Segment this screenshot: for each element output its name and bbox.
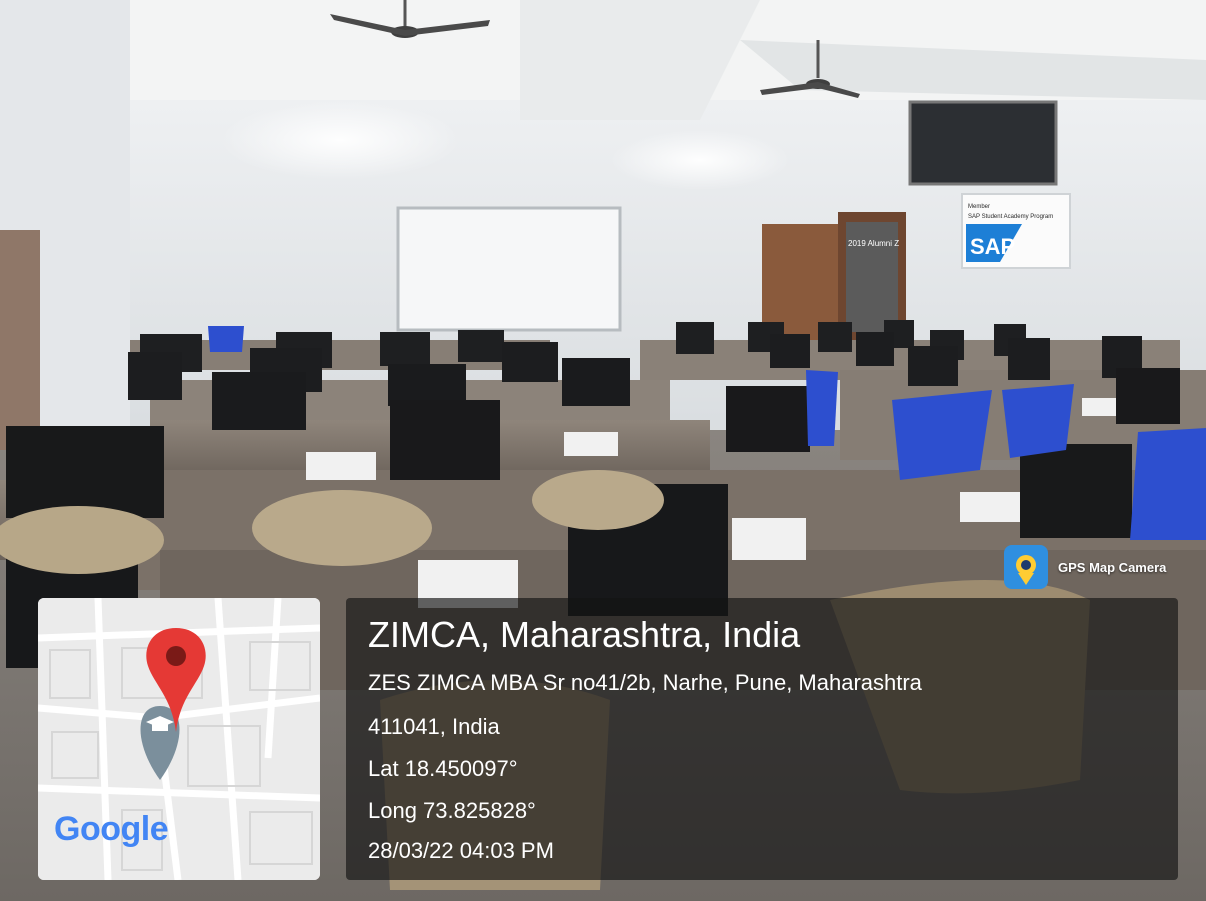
tan-chair xyxy=(532,470,664,530)
google-logo: Google xyxy=(54,810,169,849)
blue-chair xyxy=(892,390,992,480)
monitor xyxy=(726,386,810,452)
location-title: ZIMCA, Maharashtra, India xyxy=(368,614,801,655)
sap-sign-member: Member xyxy=(968,204,990,210)
blue-chair xyxy=(208,326,244,352)
blue-chair xyxy=(806,370,838,446)
monitor xyxy=(676,322,714,354)
tan-chair xyxy=(252,490,432,566)
power-socket xyxy=(1082,398,1116,416)
monitor xyxy=(502,342,558,382)
map-thumbnail: Google xyxy=(38,598,320,880)
blue-chair xyxy=(1130,428,1206,540)
monitor xyxy=(770,334,810,368)
door-poster-text: 2019 Alumni Z xyxy=(848,239,899,248)
power-socket xyxy=(960,492,1020,522)
whiteboard xyxy=(396,206,622,332)
location-info-panel: ZIMCA, Maharashtra, India ZES ZIMCA MBA … xyxy=(346,598,1178,880)
monitor xyxy=(818,322,852,352)
curtain xyxy=(0,230,40,450)
monitor xyxy=(1020,444,1132,538)
monitor xyxy=(212,372,306,430)
power-socket xyxy=(306,452,376,480)
monitor xyxy=(908,346,958,386)
address-line-2: 411041, India xyxy=(368,714,500,739)
ceiling-light xyxy=(610,130,790,190)
monitor xyxy=(1116,368,1180,424)
blue-chair xyxy=(1002,384,1074,458)
monitor xyxy=(390,400,500,480)
monitor xyxy=(388,364,466,406)
monitor xyxy=(562,358,630,406)
power-socket xyxy=(564,432,618,456)
power-socket xyxy=(732,518,806,560)
longitude-text: Long 73.825828° xyxy=(368,798,536,823)
tan-chair xyxy=(0,506,164,574)
monitor xyxy=(856,332,894,366)
monitor xyxy=(1008,338,1050,380)
google-logo-text: Google xyxy=(54,810,169,848)
monitor xyxy=(128,352,182,400)
window xyxy=(908,100,1058,186)
gps-map-camera-label: GPS Map Camera xyxy=(1058,559,1167,575)
ceiling-light xyxy=(220,100,460,180)
monitor xyxy=(458,330,504,362)
monitor xyxy=(380,332,430,366)
address-line-1: ZES ZIMCA MBA Sr no41/2b, Narhe, Pune, M… xyxy=(368,670,922,695)
latitude-text: Lat 18.450097° xyxy=(368,756,518,781)
photo-scene: 2019 Alumni Z Member SAP Student Academy… xyxy=(0,0,1206,901)
sap-sign-program: SAP Student Academy Program xyxy=(968,214,1053,220)
gps-map-camera-badge: GPS Map Camera xyxy=(1004,545,1166,589)
sap-logo-text: SAP xyxy=(970,234,1015,259)
gps-map-camera-icon xyxy=(1004,545,1048,589)
datetime-text: 28/03/22 04:03 PM xyxy=(368,838,554,863)
monitor xyxy=(6,426,164,518)
